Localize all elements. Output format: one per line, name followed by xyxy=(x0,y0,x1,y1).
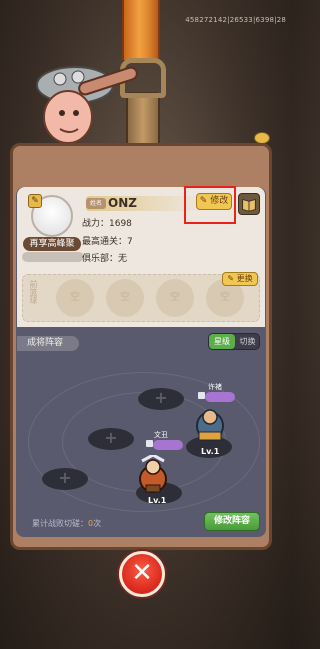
replace-button[interactable]: ✎ 更换 xyxy=(222,272,258,286)
hero-2-level: Lv.1 xyxy=(148,496,167,505)
battle-record: 累计战败切磋：0次 xyxy=(32,518,101,529)
replace-label: 更换 xyxy=(236,274,253,283)
slot-1[interactable]: 空 xyxy=(56,279,94,317)
stat-highest-pass: 最高通关：7 xyxy=(82,237,133,247)
uid-text: 458272142|26533|6398|28 xyxy=(185,16,286,24)
hero-1-sprite[interactable] xyxy=(193,404,227,444)
empty-pad-2[interactable]: + xyxy=(88,428,134,450)
hero-2-sprite[interactable] xyxy=(136,455,170,495)
avatar-name-label: 再享高峰聚 xyxy=(23,237,81,251)
hero-1-level: Lv.1 xyxy=(201,447,220,456)
slot-3[interactable]: 空 xyxy=(156,279,194,317)
hero-2-name: 文丑 xyxy=(154,431,168,439)
blurred-info xyxy=(22,252,84,262)
edit-icon: ✎ xyxy=(227,274,235,283)
toggle-switch-option[interactable]: 切换 xyxy=(235,334,260,349)
stat-club: 俱乐部：无 xyxy=(82,254,128,264)
stat-power: 战力：1698 xyxy=(82,219,132,229)
slot-2[interactable]: 空 xyxy=(106,279,144,317)
empty-pad-1[interactable]: + xyxy=(138,388,184,410)
book-icon[interactable] xyxy=(238,193,260,215)
record-suffix: 次 xyxy=(93,519,102,528)
close-icon[interactable]: ✕ xyxy=(119,551,165,597)
lineup-title: 成将阵容 xyxy=(17,336,79,351)
toggle-star[interactable]: 星级 xyxy=(209,334,235,349)
hero-1-name: 许褚 xyxy=(208,383,222,391)
hero-2-nameplate xyxy=(153,440,183,450)
record-prefix: 累计战败切磋： xyxy=(32,519,88,528)
modify-lineup-button[interactable]: 修改阵容 xyxy=(204,512,260,531)
edit-avatar-icon[interactable]: ✎ xyxy=(28,194,42,208)
highlight-box xyxy=(184,186,236,224)
name-tag-label: 姓名 xyxy=(86,198,106,209)
empty-pad-3[interactable]: + xyxy=(42,468,88,490)
hero-1-nameplate xyxy=(205,392,235,402)
slots-label: 前篮球 xyxy=(29,280,38,304)
strap-decoration xyxy=(122,0,160,60)
